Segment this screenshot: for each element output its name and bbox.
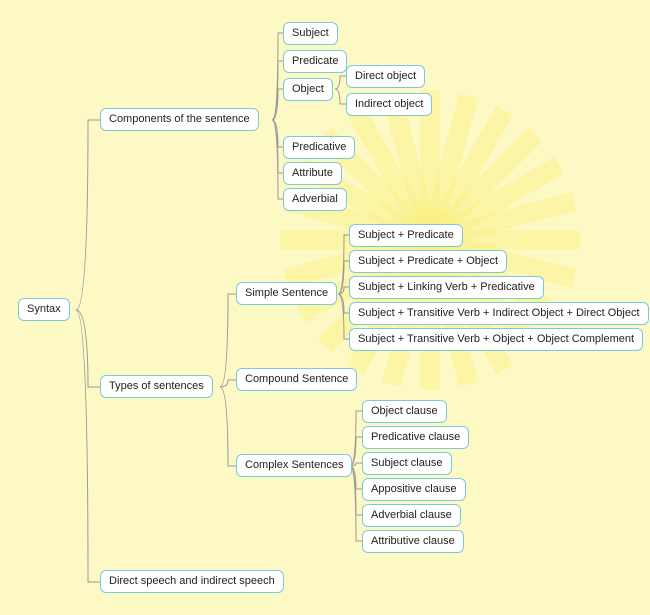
direct-object-node: Direct object [346, 65, 425, 88]
object-clause-node: Object clause [362, 400, 447, 423]
stviodo-node: Subject + Transitive Verb + Indirect Obj… [349, 302, 649, 325]
attributive-clause-node: Attributive clause [362, 530, 464, 553]
indirect-object-node: Indirect object [346, 93, 432, 116]
predicative-clause-node: Predicative clause [362, 426, 469, 449]
adverbial-clause-node: Adverbial clause [362, 504, 461, 527]
slvp-node: Subject + Linking Verb + Predicative [349, 276, 544, 299]
predicate-node: Predicate [283, 50, 347, 73]
adverbial-node: Adverbial [283, 188, 347, 211]
types-sentences-node: Types of sentences [100, 375, 213, 398]
spo-node: Subject + Predicate + Object [349, 250, 507, 273]
compound-sentence-node: Compound Sentence [236, 368, 357, 391]
stvooc-node: Subject + Transitive Verb + Object + Obj… [349, 328, 643, 351]
syntax-node: Syntax [18, 298, 70, 321]
simple-sentence-node: Simple Sentence [236, 282, 337, 305]
direct-indirect-speech-node: Direct speech and indirect speech [100, 570, 284, 593]
appositive-clause-node: Appositive clause [362, 478, 466, 501]
attribute-node: Attribute [283, 162, 342, 185]
object-node: Object [283, 78, 333, 101]
predicative-node: Predicative [283, 136, 355, 159]
subject-node: Subject [283, 22, 338, 45]
subject-clause-node: Subject clause [362, 452, 452, 475]
complex-sentences-node: Complex Sentences [236, 454, 352, 477]
sp-node: Subject + Predicate [349, 224, 463, 247]
components-node: Components of the sentence [100, 108, 259, 131]
